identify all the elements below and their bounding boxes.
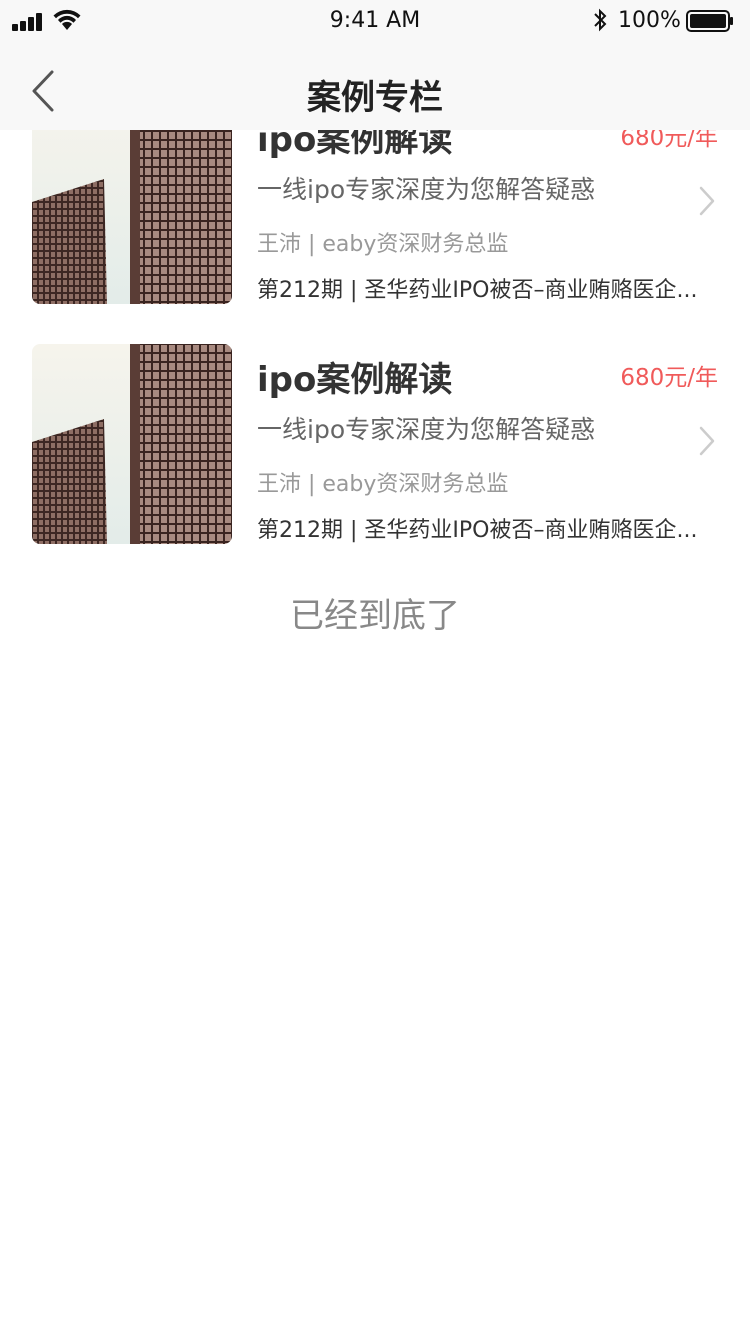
page-title: 案例专栏 xyxy=(307,78,443,118)
chevron-right-icon[interactable] xyxy=(697,184,717,218)
battery-icon xyxy=(686,10,733,32)
top-bar: 9:41 AM 100% 案例专栏 xyxy=(0,0,750,130)
item-title: ipo案例解读 xyxy=(257,360,453,400)
item-issue: 第212期 | 圣华药业IPO被否–商业贿赂医企... xyxy=(257,278,698,303)
building-thumbnail xyxy=(32,104,232,304)
navigation-bar: 案例专栏 xyxy=(0,42,750,130)
end-of-list-text: 已经到底了 xyxy=(290,596,460,636)
item-author: 王沛 | eaby资深财务总监 xyxy=(257,232,509,257)
building-thumbnail xyxy=(32,344,232,544)
chevron-right-icon[interactable] xyxy=(697,424,717,458)
item-price: 680元/年 xyxy=(620,365,718,391)
list-item[interactable]: ipo案例解读 680元/年 一线ipo专家深度为您解答疑惑 王沛 | eaby… xyxy=(0,104,750,304)
battery-percentage: 100% xyxy=(618,8,681,33)
item-subtitle: 一线ipo专家深度为您解答疑惑 xyxy=(257,415,596,444)
list-item[interactable]: ipo案例解读 680元/年 一线ipo专家深度为您解答疑惑 王沛 | eaby… xyxy=(0,344,750,544)
bluetooth-icon xyxy=(594,8,607,32)
item-issue: 第212期 | 圣华药业IPO被否–商业贿赂医企... xyxy=(257,518,698,543)
item-subtitle: 一线ipo专家深度为您解答疑惑 xyxy=(257,175,596,204)
status-bar: 9:41 AM 100% xyxy=(0,0,750,42)
item-author: 王沛 | eaby资深财务总监 xyxy=(257,472,509,497)
column-list: ipo案例解读 680元/年 一线ipo专家深度为您解答疑惑 王沛 | eaby… xyxy=(0,104,750,584)
